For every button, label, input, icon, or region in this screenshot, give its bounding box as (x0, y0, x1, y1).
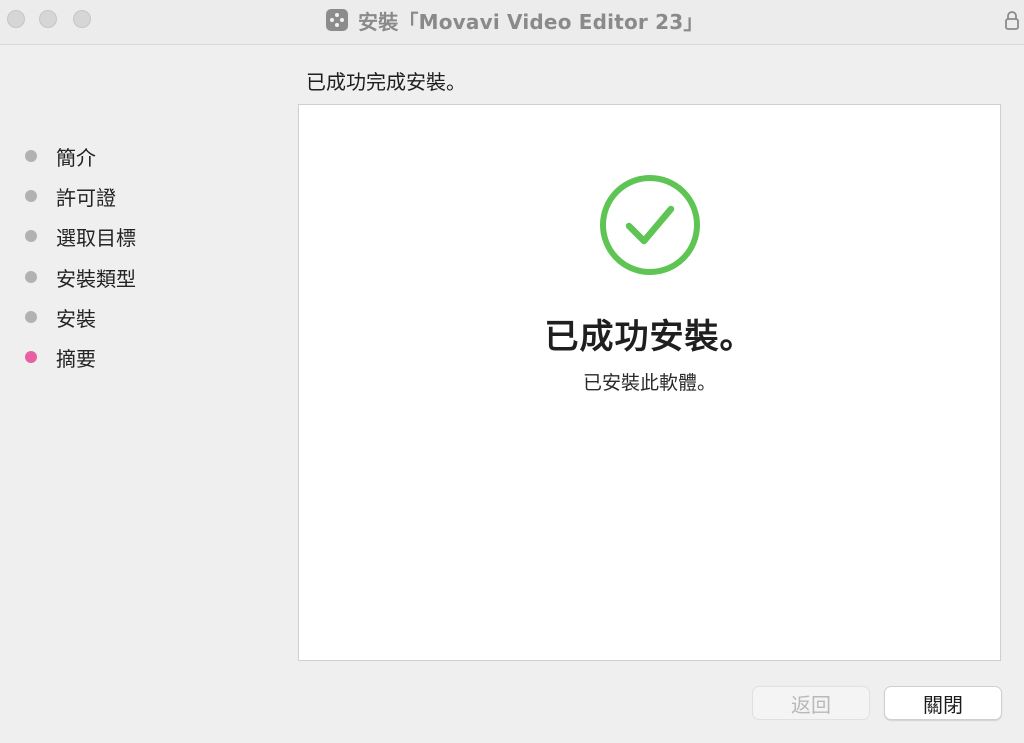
step-label: 安裝類型 (56, 266, 136, 291)
minimize-window-button[interactable] (39, 10, 57, 28)
step-item-license: 許可證 (25, 182, 116, 210)
step-label: 選取目標 (56, 225, 136, 250)
page-heading: 已成功完成安裝。 (306, 70, 466, 94)
lock-icon (1005, 11, 1019, 30)
window-title-group: 安裝「Movavi Video Editor 23」 (326, 6, 704, 34)
window-title: 安裝「Movavi Video Editor 23」 (358, 9, 704, 34)
movavi-app-icon (326, 9, 348, 31)
step-bullet (25, 190, 37, 202)
step-label: 許可證 (56, 185, 116, 210)
step-item-installation-type: 安裝類型 (25, 263, 136, 291)
step-label: 簡介 (56, 145, 96, 170)
step-bullet (25, 271, 37, 283)
installer-steps-sidebar: 簡介 許可證 選取目標 安裝類型 安裝 摘要 (0, 45, 290, 743)
step-label: 摘要 (56, 346, 96, 371)
checkmark-circle-icon (600, 175, 700, 275)
result-title: 已成功安裝。 (544, 317, 755, 357)
step-bullet (25, 311, 37, 323)
step-label: 安裝 (56, 306, 96, 331)
result-subtitle: 已安裝此軟體。 (582, 372, 716, 394)
step-bullet (25, 150, 37, 162)
installer-window: 安裝「Movavi Video Editor 23」 簡介 許可證 選取目標 安… (0, 0, 1024, 743)
title-bar: 安裝「Movavi Video Editor 23」 (0, 0, 1024, 45)
step-item-summary: 摘要 (25, 343, 96, 371)
back-button[interactable]: 返回 (752, 686, 870, 720)
step-bullet (25, 230, 37, 242)
step-item-installation: 安裝 (25, 303, 96, 331)
zoom-window-button[interactable] (73, 10, 91, 28)
step-item-introduction: 簡介 (25, 142, 96, 170)
step-bullet-active (25, 351, 37, 363)
close-window-button[interactable] (7, 10, 25, 28)
step-item-destination: 選取目標 (25, 222, 136, 250)
close-button[interactable]: 關閉 (884, 686, 1002, 720)
content-panel: 已成功安裝。 已安裝此軟體。 (298, 104, 1001, 661)
